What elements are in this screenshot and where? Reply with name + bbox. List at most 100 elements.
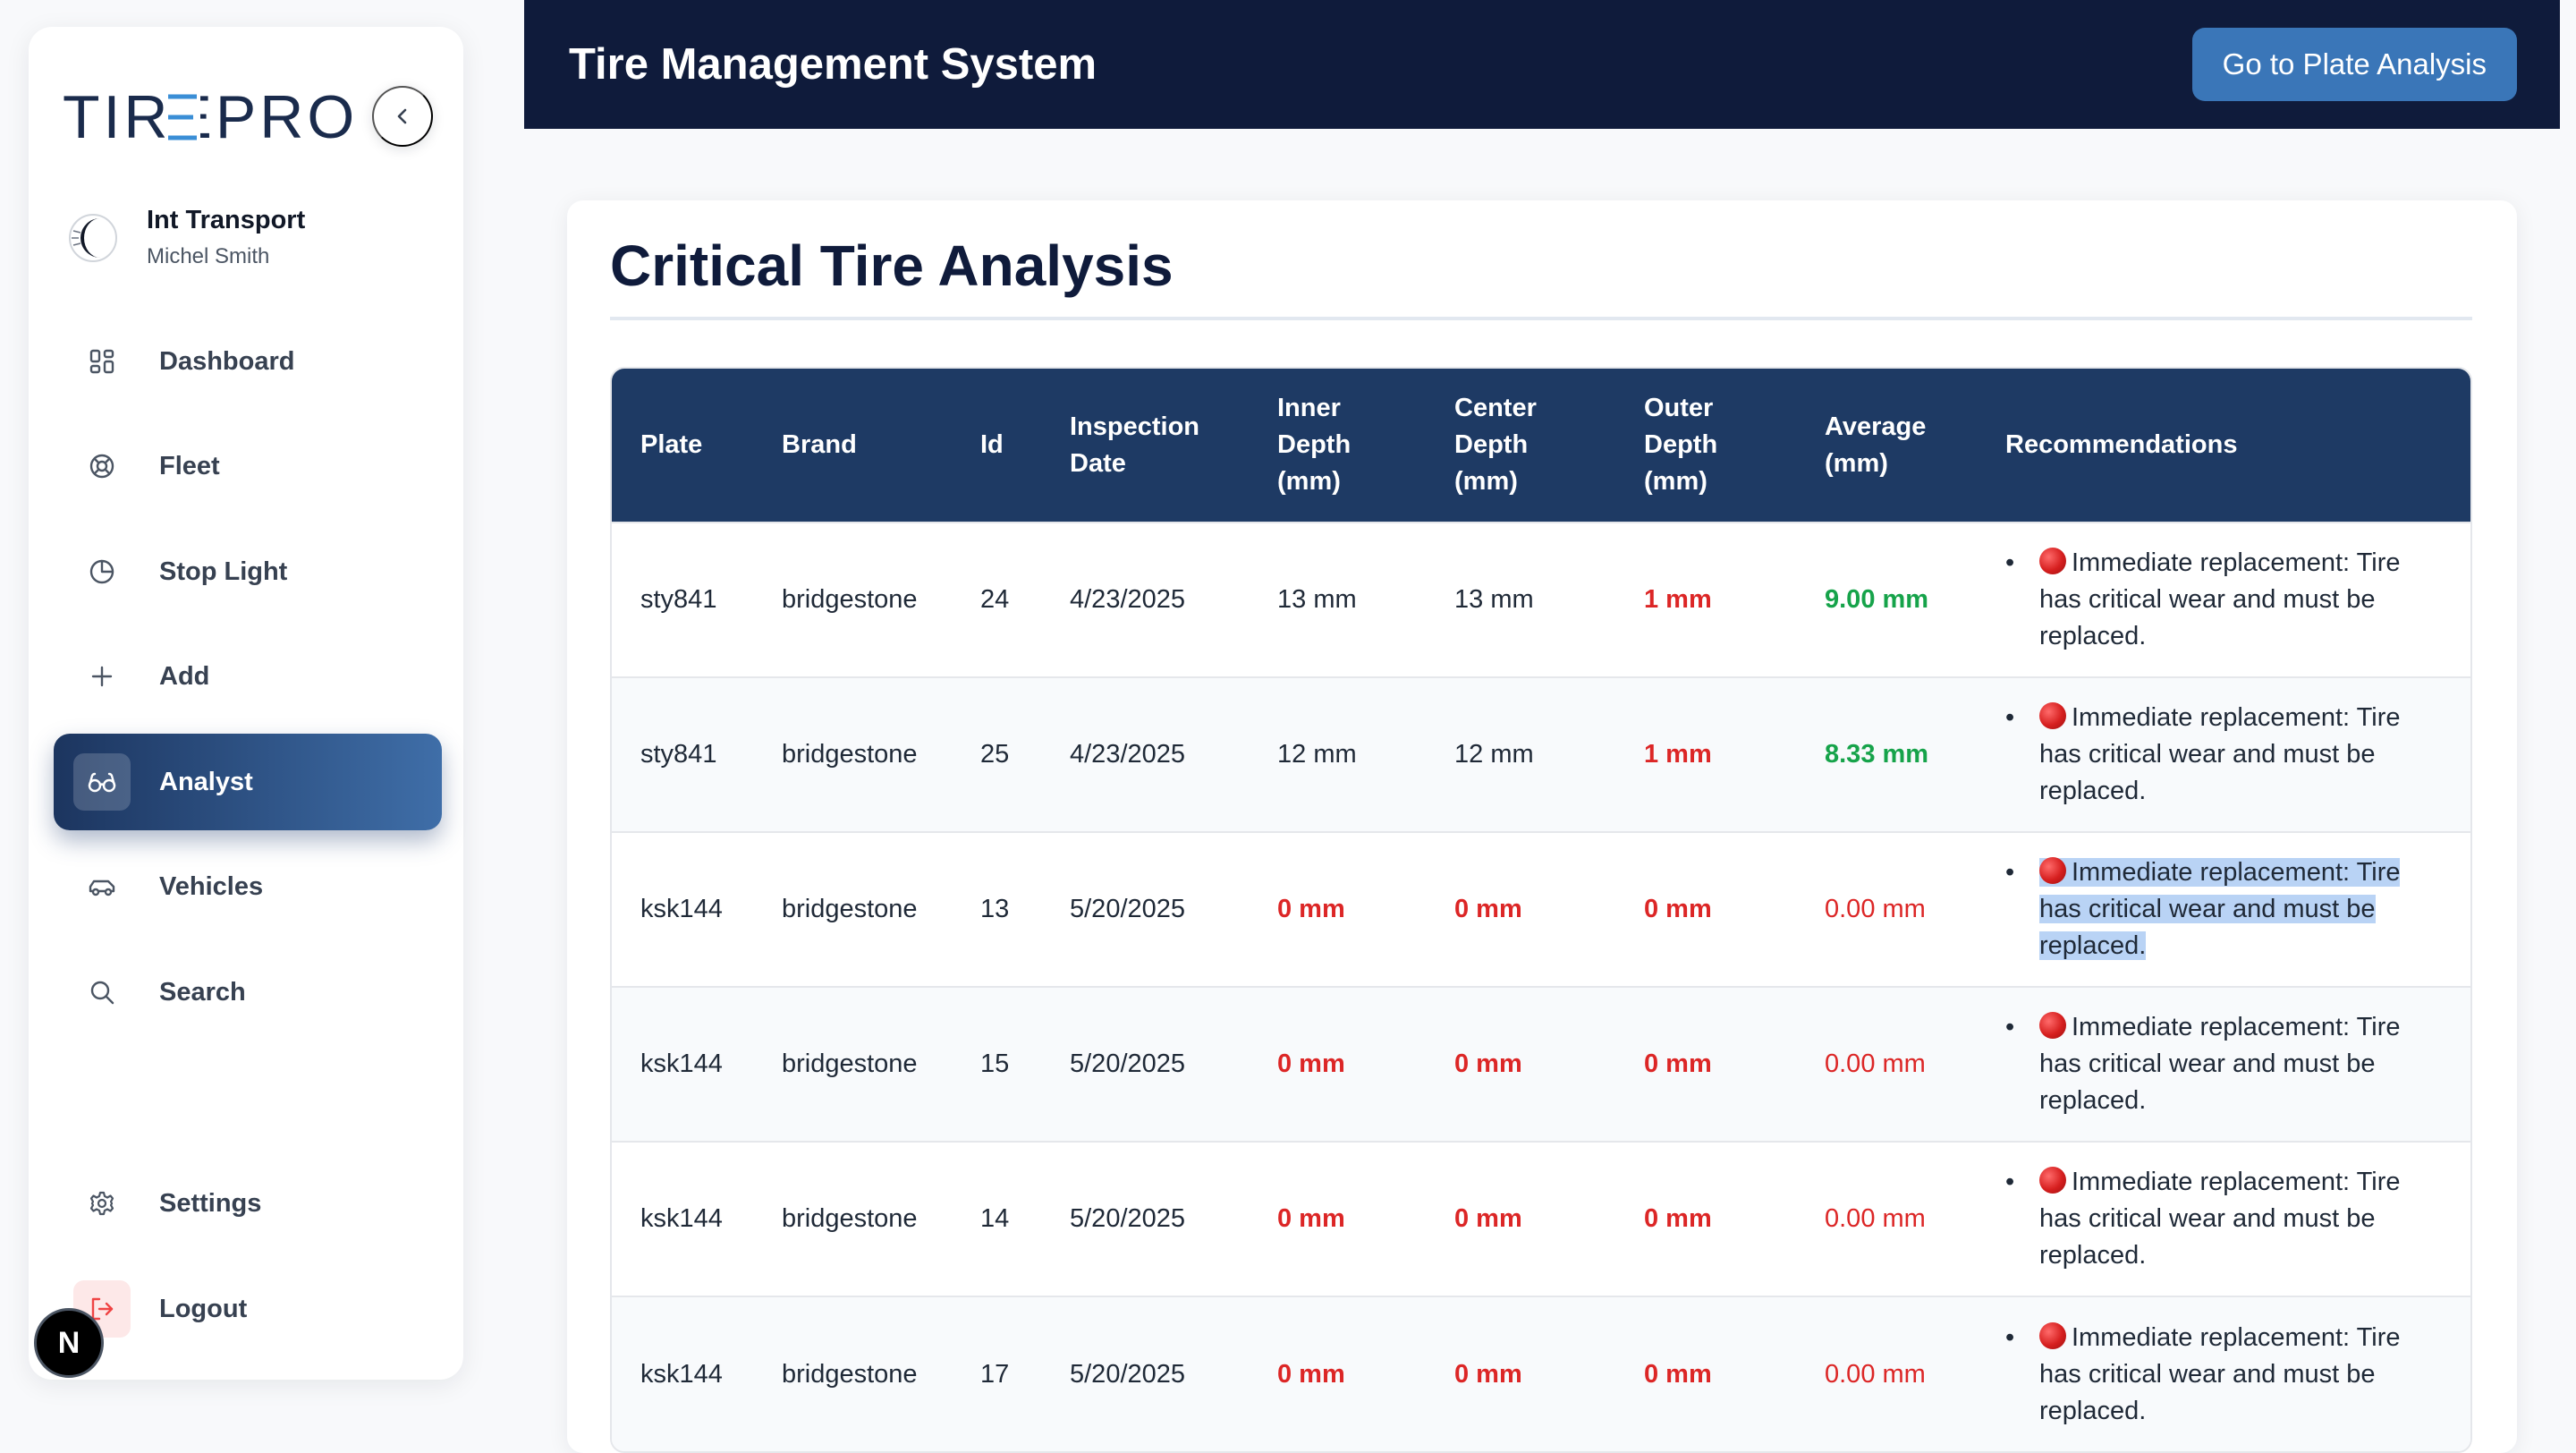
recommendation-item: • Immediate replacement: Tire has critical… (2005, 545, 2460, 655)
cell-outer-depth: 0 mm (1644, 895, 1712, 923)
user-name: Michel Smith (147, 244, 270, 268)
header-label: Depth (1277, 430, 1352, 459)
sidebar-item-label: Settings (159, 1188, 262, 1218)
header-label: (mm) (1454, 467, 1518, 496)
recommendation-line: has critical wear and must be (2039, 740, 2376, 769)
sidebar-item-search[interactable]: Search (54, 944, 442, 1041)
red-circle-icon (2039, 1321, 2066, 1349)
cell-date: 5/20/2025 (1070, 1049, 1186, 1078)
col-id-header: Id (952, 369, 1041, 523)
sidebar-item-logout[interactable]: Logout (54, 1261, 442, 1357)
cell-inner-depth: 0 mm (1277, 1359, 1345, 1389)
recommendation-line: replaced. (2039, 1086, 2147, 1115)
sidebar-item-fleet[interactable]: Fleet (54, 418, 442, 514)
cell-center-depth: 0 mm (1454, 1049, 1522, 1078)
critical-tires-table: Plate Brand Id Inspection Date Inner Depth (mm)… (610, 367, 2472, 1453)
cell-outer-depth: 1 mm (1644, 585, 1712, 614)
table-row[interactable]: ksk144 bridgestone 15 5/20/2025 0 mm 0 mm 0 mm… (612, 987, 2470, 1142)
tirepro-logo[interactable]: TIREPRO (63, 86, 358, 149)
header-label: (mm) (1825, 448, 1888, 478)
collapse-sidebar-button[interactable] (372, 86, 433, 147)
cell-brand: bridgestone (782, 895, 918, 923)
header-label: Recommendations (2005, 430, 2238, 459)
tire-ring-icon (73, 438, 131, 495)
col-brand-header: Brand (753, 369, 952, 523)
table-row[interactable]: sty841 bridgestone 25 4/23/2025 12 mm 12 mm 1 … (612, 677, 2470, 832)
cell-date: 5/20/2025 (1070, 895, 1186, 923)
table-row[interactable]: ksk144 bridgestone 14 5/20/2025 0 mm 0 mm 0 mm… (612, 1142, 2470, 1296)
cell-id: 14 (980, 1204, 1010, 1233)
recommendation-line: has critical wear and must be (2039, 1359, 2376, 1389)
table-row[interactable]: sty841 bridgestone 24 4/23/2025 13 mm 13 mm 1 … (612, 523, 2470, 677)
header-label: Depth (1644, 430, 1718, 459)
col-inspection-date-header: Inspection Date (1041, 369, 1249, 523)
sidebar-item-label: Stop Light (159, 557, 288, 586)
red-circle-icon (2039, 702, 2066, 729)
top-header: Tire Management System Go to Plate Analy… (524, 0, 2560, 129)
recommendation-line: replaced. (2039, 931, 2147, 960)
sidebar-item-settings[interactable]: Settings (54, 1155, 442, 1252)
cell-inner-depth: 12 mm (1277, 740, 1357, 769)
company-block: Int Transport Michel Smith (64, 206, 305, 269)
search-icon (73, 964, 131, 1021)
cell-plate: ksk144 (640, 1049, 723, 1078)
red-circle-icon (2039, 857, 2066, 884)
cell-inner-depth: 0 mm (1277, 1204, 1345, 1233)
col-center-depth-header: Center Depth (mm) (1426, 369, 1615, 523)
recommendation-line: replaced. (2039, 777, 2147, 805)
recommendation-line: Immediate replacement: Tire (2072, 1013, 2401, 1041)
table-row[interactable]: ksk144 bridgestone 17 5/20/2025 0 mm 0 mm 0 mm… (612, 1296, 2470, 1451)
recommendation-item: • Immediate replacement: Tire has critical… (2005, 1320, 2460, 1430)
go-to-plate-analysis-button[interactable]: Go to Plate Analysis (2191, 28, 2517, 101)
bullet-icon: • (2005, 858, 2015, 887)
sidebar-item-label: Analyst (159, 767, 253, 796)
recommendation-line: replaced. (2039, 1396, 2147, 1425)
header-label: (mm) (1277, 467, 1341, 496)
gear-icon (73, 1175, 131, 1232)
pie-chart-icon (73, 543, 131, 600)
header-label: Center (1454, 394, 1537, 422)
recommendation-item: • Immediate replacement: Tire has critical… (2005, 700, 2460, 810)
cell-plate: sty841 (640, 740, 717, 769)
sidebar-item-label: Fleet (159, 451, 220, 480)
sidebar-item-add[interactable]: Add (54, 628, 442, 725)
recommendation-text: Immediate replacement: Tire has critical … (2039, 1164, 2400, 1274)
dev-tools-badge[interactable]: N (34, 1308, 104, 1378)
col-average-header: Average (mm) (1796, 369, 1977, 523)
cell-average: 0.00 mm (1825, 895, 1926, 923)
table-row[interactable]: ksk144 bridgestone 13 5/20/2025 0 mm 0 mm 0 mm… (612, 832, 2470, 987)
cell-id: 24 (980, 585, 1010, 614)
header-label: Average (1825, 412, 1927, 441)
cell-recommendation: • Immediate replacement: Tire has critical… (1977, 1142, 2470, 1296)
cell-average: 9.00 mm (1825, 585, 1929, 614)
car-icon (73, 858, 131, 915)
header-label: Inner (1277, 394, 1341, 422)
recommendation-line: has critical wear and must be (2039, 895, 2376, 923)
sidebar-item-stop-light[interactable]: Stop Light (54, 523, 442, 620)
cell-brand: bridgestone (782, 1204, 918, 1233)
cell-center-depth: 13 mm (1454, 585, 1534, 614)
cell-outer-depth: 0 mm (1644, 1049, 1712, 1078)
cell-id: 25 (980, 740, 1010, 769)
recommendation-text: Immediate replacement: Tire has critical … (2039, 1009, 2400, 1119)
cell-date: 4/23/2025 (1070, 740, 1186, 769)
cell-brand: bridgestone (782, 740, 918, 769)
sidebar: TIREPRO Int Transport Michel Smith Dashb… (29, 27, 463, 1380)
cell-outer-depth: 1 mm (1644, 740, 1712, 769)
recommendation-line: Immediate replacement: Tire (2072, 548, 2401, 577)
recommendation-line: has critical wear and must be (2039, 585, 2376, 614)
logo-text: TIREPRO (63, 86, 358, 149)
bullet-icon: • (2005, 1168, 2015, 1196)
cell-plate: sty841 (640, 585, 717, 614)
sidebar-item-dashboard[interactable]: Dashboard (54, 313, 442, 410)
recommendation-text: Immediate replacement: Tire has critical … (2039, 545, 2400, 655)
cell-recommendation: • Immediate replacement: Tire has critical… (1977, 523, 2470, 677)
recommendation-line: Immediate replacement: Tire (2072, 1168, 2401, 1196)
cell-average: 0.00 mm (1825, 1359, 1926, 1389)
header-label: Id (980, 430, 1004, 459)
sidebar-item-analyst[interactable]: Analyst (54, 734, 442, 830)
cell-brand: bridgestone (782, 1359, 918, 1389)
col-recommendations-header: Recommendations (1977, 369, 2470, 523)
sidebar-item-vehicles[interactable]: Vehicles (54, 838, 442, 935)
critical-analysis-card: Critical Tire Analysis Plate Brand Id Inspe… (567, 200, 2517, 1453)
